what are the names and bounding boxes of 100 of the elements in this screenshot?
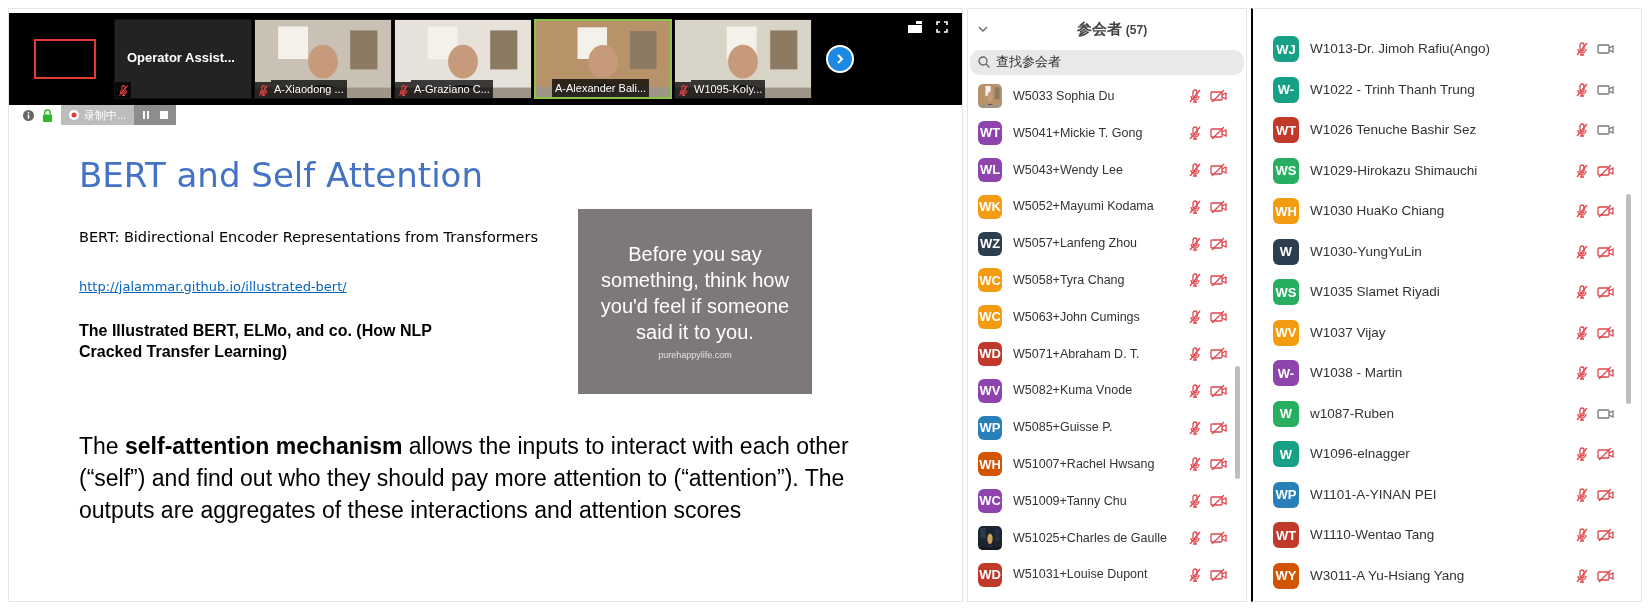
muted-mic-icon[interactable] — [1574, 284, 1590, 301]
video-off-icon[interactable] — [1597, 285, 1615, 300]
scrollbar[interactable] — [1235, 366, 1240, 479]
muted-mic-icon[interactable] — [396, 83, 410, 97]
video-off-icon[interactable] — [1597, 204, 1615, 219]
chevron-down-icon[interactable] — [978, 26, 988, 32]
participant-name: W5063+John Cumings — [1013, 308, 1141, 326]
pause-icon[interactable] — [142, 111, 151, 119]
next-button[interactable] — [826, 45, 854, 73]
video-off-icon[interactable] — [1210, 236, 1228, 251]
muted-mic-icon[interactable] — [1574, 405, 1590, 422]
muted-mic-icon[interactable] — [1187, 88, 1203, 105]
muted-mic-icon[interactable] — [1187, 382, 1203, 399]
avatar: WS — [1273, 279, 1299, 306]
video-off-icon[interactable] — [1210, 310, 1228, 325]
video-tile[interactable]: A-Graziano C... — [394, 19, 532, 99]
participant-name: W1022 - Trinh Thanh Trung — [1310, 80, 1476, 99]
avatar: WH — [1273, 198, 1299, 225]
video-camera-icon[interactable] — [1597, 42, 1615, 57]
layout-icon[interactable] — [908, 21, 922, 33]
video-off-icon[interactable] — [1597, 568, 1615, 583]
muted-mic-icon[interactable] — [1574, 122, 1590, 139]
muted-mic-icon[interactable] — [1187, 272, 1203, 289]
slide-title: BERT and Self Attention — [79, 155, 484, 195]
video-off-icon[interactable] — [1210, 494, 1228, 509]
video-off-icon[interactable] — [1210, 273, 1228, 288]
video-off-icon[interactable] — [1210, 383, 1228, 398]
video-off-icon[interactable] — [1210, 457, 1228, 472]
video-off-icon[interactable] — [1597, 325, 1615, 340]
muted-mic-icon[interactable] — [1187, 493, 1203, 510]
muted-mic-icon[interactable] — [1574, 365, 1590, 382]
video-camera-icon[interactable] — [1597, 406, 1615, 421]
muted-mic-icon[interactable] — [1187, 456, 1203, 473]
muted-mic-icon[interactable] — [1187, 162, 1203, 178]
participant-name: W5052+Mayumi Kodama — [1013, 198, 1155, 216]
stop-icon[interactable] — [160, 111, 169, 119]
video-tile[interactable]: W1095-Koly... — [674, 19, 812, 99]
slide-subtitle: BERT: Bidirectional Encoder Representations from Transformers — [79, 228, 540, 247]
muted-mic-icon[interactable] — [1187, 529, 1203, 546]
video-tile[interactable]: A-Xiaodong ... — [254, 19, 392, 99]
search-field[interactable]: 查找参会者 — [970, 49, 1244, 75]
video-off-icon[interactable] — [1210, 199, 1228, 214]
video-camera-icon[interactable] — [1597, 123, 1615, 138]
video-off-icon[interactable] — [1210, 89, 1228, 104]
video-off-icon[interactable] — [1210, 530, 1228, 545]
muted-mic-icon[interactable] — [1187, 235, 1203, 252]
muted-mic-icon[interactable] — [676, 83, 690, 97]
participant-name: W1013-Dr. Jimoh Rafiu(Ango) — [1310, 40, 1492, 59]
video-off-icon[interactable] — [1597, 487, 1615, 502]
self-view-frame — [33, 39, 96, 79]
avatar: WH — [978, 452, 1002, 477]
muted-mic-icon[interactable] — [1187, 566, 1203, 583]
participant-name: W5058+Tyra Chang — [1013, 272, 1126, 289]
muted-mic-icon[interactable] — [1187, 419, 1203, 436]
muted-mic-icon[interactable] — [1574, 486, 1590, 503]
avatar: WD — [978, 341, 1002, 366]
video-off-icon[interactable] — [1597, 447, 1615, 462]
muted-mic-icon[interactable] — [256, 83, 270, 97]
video-off-icon[interactable] — [1597, 244, 1615, 259]
avatar: WT — [1273, 522, 1299, 549]
muted-mic-icon[interactable] — [1187, 198, 1203, 215]
participant-name: W5033 Sophia Du — [1013, 88, 1116, 105]
video-tile[interactable]: Operator Assist... — [114, 19, 252, 99]
scrollbar[interactable] — [1626, 194, 1631, 404]
muted-mic-icon[interactable] — [1574, 203, 1590, 220]
video-camera-icon[interactable] — [1597, 82, 1615, 97]
video-off-icon[interactable] — [1210, 420, 1228, 435]
slide-link[interactable]: http://jalammar.github.io/illustrated-bert/ — [79, 276, 578, 297]
video-off-icon[interactable] — [1210, 163, 1228, 177]
lock-icon[interactable] — [42, 108, 53, 122]
avatar: WC — [978, 489, 1002, 514]
video-off-icon[interactable] — [1210, 567, 1228, 582]
info-icon[interactable] — [23, 109, 34, 121]
participant-name: W51031+Louise Dupont — [1013, 566, 1149, 584]
muted-mic-icon[interactable] — [1574, 527, 1590, 544]
muted-mic-icon[interactable] — [1187, 345, 1203, 362]
muted-mic-icon[interactable] — [1574, 81, 1590, 98]
video-off-icon[interactable] — [1597, 528, 1615, 543]
video-off-icon[interactable] — [1210, 346, 1228, 361]
fullscreen-icon[interactable] — [936, 21, 948, 33]
participant-name: W5082+Kuma Vnode — [1013, 382, 1134, 400]
muted-mic-icon[interactable] — [1187, 125, 1203, 142]
video-off-icon[interactable] — [1597, 366, 1615, 381]
muted-mic-icon[interactable] — [1574, 567, 1590, 584]
muted-mic-icon[interactable] — [1574, 162, 1590, 179]
video-off-icon[interactable] — [1210, 126, 1228, 141]
avatar: WT — [1273, 117, 1299, 144]
muted-mic-icon[interactable] — [1187, 309, 1203, 326]
participant-name: W5043+Wendy Lee — [1013, 161, 1124, 179]
muted-mic-icon[interactable] — [116, 83, 130, 97]
video-tile[interactable]: A-Alexander Bali... — [534, 19, 672, 99]
muted-mic-icon[interactable] — [1574, 446, 1590, 463]
participant-name: W1110-Wentao Tang — [1310, 526, 1436, 545]
search-icon — [978, 55, 990, 68]
muted-mic-icon[interactable] — [1574, 243, 1590, 260]
participant-name: W51025+Charles de Gaulle — [1013, 529, 1168, 547]
video-off-icon[interactable] — [1597, 163, 1615, 178]
avatar: W- — [1273, 360, 1299, 387]
muted-mic-icon[interactable] — [1574, 41, 1590, 58]
muted-mic-icon[interactable] — [1574, 324, 1590, 341]
